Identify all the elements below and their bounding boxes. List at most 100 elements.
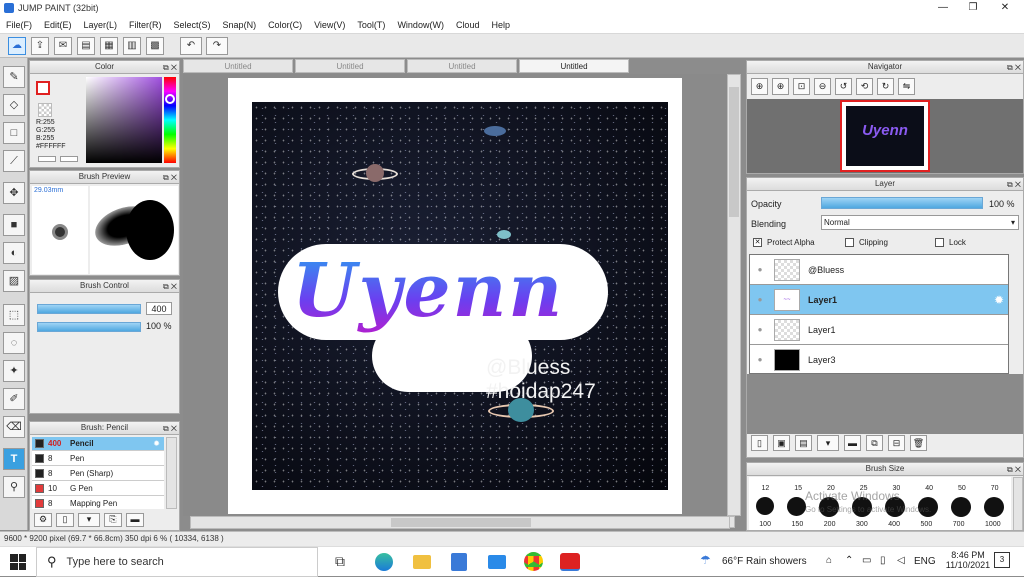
brush-item-pen-sharp[interactable]: 8 Pen (Sharp) xyxy=(32,467,164,481)
layer-opacity-slider[interactable] xyxy=(821,197,983,209)
panel-buttons[interactable]: ⧉ ✕ xyxy=(1007,62,1021,74)
chat-icon[interactable]: ▤ xyxy=(77,37,95,55)
color-mode-button-1[interactable] xyxy=(38,156,56,162)
delete-layer-icon[interactable]: 🗑 xyxy=(910,435,927,451)
close-button[interactable]: ✕ xyxy=(990,0,1020,16)
menu-window[interactable]: Window(W) xyxy=(391,20,450,30)
size-option[interactable]: 150 xyxy=(792,521,804,528)
bucket-tool-icon[interactable]: ◐ xyxy=(3,242,25,264)
size-option[interactable]: 40 xyxy=(925,485,933,492)
size-option[interactable]: 500 xyxy=(921,521,933,528)
mail-icon[interactable] xyxy=(488,555,506,569)
layer-row-bluess[interactable]: ● @Bluess xyxy=(750,255,1008,285)
notes-icon[interactable]: ▥ xyxy=(123,37,141,55)
protect-alpha-checkbox[interactable]: ✕ xyxy=(753,238,762,247)
battery-icon[interactable]: ▯ xyxy=(880,555,886,566)
language-indicator[interactable]: ENG xyxy=(914,556,936,567)
menu-edit[interactable]: Edit(E) xyxy=(38,20,78,30)
shape-tool-icon[interactable]: □ xyxy=(3,122,25,144)
new-raster-layer-icon[interactable]: ▣ xyxy=(773,435,790,451)
size-option[interactable]: 1000 xyxy=(985,521,1001,528)
edge-browser-icon[interactable] xyxy=(375,553,393,571)
size-option[interactable]: 50 xyxy=(958,485,966,492)
size-option[interactable]: 400 xyxy=(888,521,900,528)
brush-copy-icon[interactable]: ⎘ xyxy=(104,513,122,527)
minimize-button[interactable]: — xyxy=(928,0,958,16)
size-option[interactable]: 300 xyxy=(856,521,868,528)
navigator-viewport[interactable]: Uyenn xyxy=(747,99,1023,173)
zoom-in-icon[interactable]: ⊕ xyxy=(772,78,789,95)
brush-menu-icon[interactable]: ▾ xyxy=(78,513,100,527)
layer-folder-icon[interactable]: ▬ xyxy=(844,435,861,451)
menu-help[interactable]: Help xyxy=(485,20,516,30)
text-tool-icon[interactable]: T xyxy=(3,448,25,470)
select-rect-icon[interactable]: ⬚ xyxy=(3,304,25,326)
zoom-actual-icon[interactable]: ⊡ xyxy=(793,78,810,95)
gear-icon[interactable]: ✹ xyxy=(994,293,1004,307)
maximize-button[interactable]: ❐ xyxy=(958,0,988,16)
store-icon[interactable] xyxy=(451,553,467,571)
canvas-hscrollbar[interactable] xyxy=(190,516,730,529)
new-mask-layer-icon[interactable]: ▤ xyxy=(795,435,812,451)
redo-icon[interactable]: ↷ xyxy=(206,37,228,55)
weather-text[interactable]: 66°F Rain showers xyxy=(722,556,807,567)
navigator-frame[interactable]: Uyenn xyxy=(840,100,930,172)
brush-item-pencil[interactable]: 400 Pencil ✹ xyxy=(32,437,164,451)
size-dot[interactable] xyxy=(786,497,806,516)
gear-icon[interactable]: ✹ xyxy=(153,439,160,448)
layer-add-menu-icon[interactable]: ▾ xyxy=(817,435,839,451)
brush-size-input[interactable]: 400 xyxy=(146,302,172,315)
menu-file[interactable]: File(F) xyxy=(0,20,38,30)
canvas-page[interactable]: Uyenn @Bluess #hoidap247 xyxy=(228,78,682,514)
blending-select[interactable]: Normal ▾ xyxy=(821,215,1019,230)
brush-item-mapping-pen[interactable]: 8 Mapping Pen xyxy=(32,497,164,509)
menu-cloud[interactable]: Cloud xyxy=(450,20,486,30)
panel-buttons[interactable]: ⧉ ✕ xyxy=(163,172,177,184)
menu-snap[interactable]: Snap(N) xyxy=(217,20,263,30)
size-dot[interactable] xyxy=(951,497,972,517)
eyedropper-icon[interactable]: ⚲ xyxy=(3,476,25,498)
cloud-icon[interactable]: ☁ xyxy=(8,37,26,55)
jump-paint-taskbar-icon[interactable] xyxy=(560,553,580,571)
eraser-tool-icon[interactable]: ◇ xyxy=(3,94,25,116)
size-dot[interactable] xyxy=(984,497,1005,517)
zoom-fit-icon[interactable]: ⊕ xyxy=(751,78,768,95)
menu-color[interactable]: Color(C) xyxy=(262,20,308,30)
select-pen-icon[interactable]: ✐ xyxy=(3,388,25,410)
notification-icon[interactable]: 3 xyxy=(994,552,1010,568)
visibility-icon[interactable]: ● xyxy=(750,265,770,274)
task-view-icon[interactable]: ⧉ xyxy=(335,553,345,570)
hue-handle[interactable] xyxy=(165,94,175,104)
select-eraser-icon[interactable]: ⌫ xyxy=(3,416,25,438)
panel-buttons[interactable]: ⧉ ✕ xyxy=(163,62,177,74)
brush-item-g-pen[interactable]: 10 G Pen xyxy=(32,482,164,496)
tab-untitled-active[interactable]: Untitled xyxy=(519,59,629,73)
panel-buttons[interactable]: ⧉ ✕ xyxy=(163,423,177,435)
size-option[interactable]: 70 xyxy=(991,485,999,492)
zoom-out-icon[interactable]: ⊖ xyxy=(814,78,831,95)
foreground-color-swatch[interactable] xyxy=(36,81,50,95)
clipping-checkbox[interactable] xyxy=(845,238,854,247)
vertical-scroll-thumb[interactable] xyxy=(729,87,739,217)
size-option[interactable]: 700 xyxy=(953,521,965,528)
merge-layer-icon[interactable]: ⊟ xyxy=(888,435,905,451)
size-option[interactable]: 200 xyxy=(824,521,836,528)
volume-icon[interactable]: ◁ xyxy=(897,555,905,566)
panel-buttons[interactable]: ⧉ ✕ xyxy=(1007,179,1021,191)
comment-icon[interactable]: ✉ xyxy=(54,37,72,55)
move-tool-icon[interactable]: ✥ xyxy=(3,182,25,204)
chrome-icon[interactable] xyxy=(524,552,543,571)
file-explorer-icon[interactable] xyxy=(413,555,431,569)
panel-buttons[interactable]: ⧉ ✕ xyxy=(163,281,177,293)
duplicate-layer-icon[interactable]: ⧉ xyxy=(866,435,883,451)
pen-tool-icon[interactable]: ✎ xyxy=(3,66,25,88)
tab-untitled-1[interactable]: Untitled xyxy=(183,59,293,73)
visibility-icon[interactable]: ● xyxy=(750,295,770,304)
tab-untitled-3[interactable]: Untitled xyxy=(407,59,517,73)
lasso-icon[interactable]: ◌ xyxy=(3,332,25,354)
brush-list-scrollbar[interactable] xyxy=(166,437,177,509)
windows-start-icon[interactable] xyxy=(10,554,26,570)
layer-row-layer1-selected[interactable]: ● ~~ Layer1 ✹ xyxy=(750,285,1008,315)
rotate-left-icon[interactable]: ↺ xyxy=(835,78,852,95)
network-icon[interactable]: ▭ xyxy=(862,555,871,566)
